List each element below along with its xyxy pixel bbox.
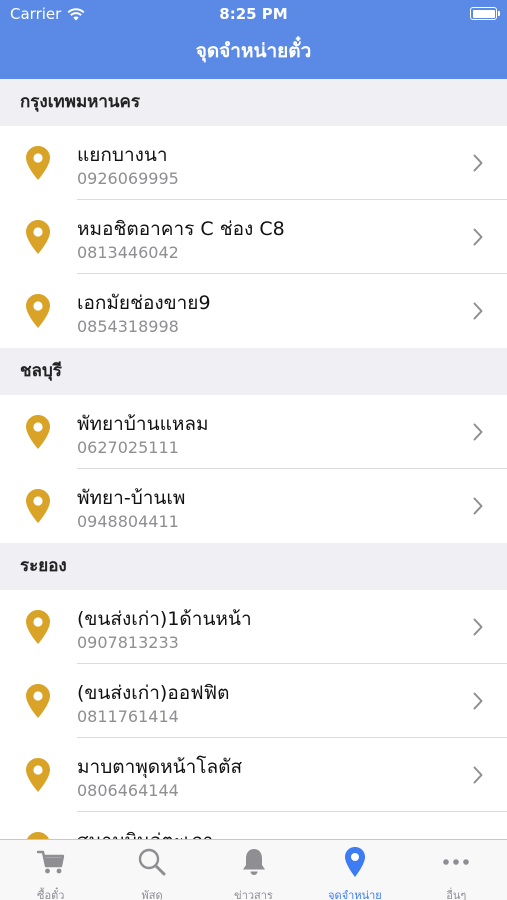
chevron-right-icon [473, 618, 483, 636]
outlet-name: (ขนส่งเก่า)ออฟฟิต [77, 682, 230, 704]
location-pin-icon [26, 610, 50, 644]
location-pin-icon [26, 146, 50, 180]
outlet-name: มาบตาพุดหน้าโลตัส [77, 756, 243, 778]
chevron-right-icon [473, 692, 483, 710]
outlet-row[interactable]: เอกมัยช่องขาย9 0854318998 [0, 274, 507, 348]
nav-title: จุดจำหน่ายตั๋ว [0, 28, 507, 79]
chevron-right-icon [473, 497, 483, 515]
chevron-right-icon [473, 766, 483, 784]
search-icon [136, 846, 168, 882]
location-pin-icon [26, 294, 50, 328]
location-pin-icon [26, 220, 50, 254]
tab-search[interactable]: พัสดุ [101, 840, 202, 900]
tab-location-pin[interactable]: จุดจำหน่าย [304, 840, 405, 900]
outlet-phone: 0627025111 [77, 438, 179, 457]
outlet-row[interactable]: พัทยา-บ้านเพ 0948804411 [0, 469, 507, 543]
status-bar: Carrier 8:25 PM [0, 0, 507, 28]
tab-label: อื่นๆ [446, 889, 467, 900]
outlet-name: พัทยาบ้านแหลม [77, 413, 209, 435]
tab-label: พัสดุ [141, 889, 163, 900]
section-header: ชลบุรี [0, 348, 507, 395]
tab-cart[interactable]: ซื้อตั๋ว [0, 840, 101, 900]
outlet-phone: 0907813233 [77, 633, 179, 652]
outlet-row[interactable]: พัทยาบ้านแหลม 0627025111 [0, 395, 507, 469]
outlet-row[interactable]: แยกบางนา 0926069995 [0, 126, 507, 200]
outlet-phone: 0811761414 [77, 707, 179, 726]
outlet-row[interactable]: (ขนส่งเก่า)ออฟฟิต 0811761414 [0, 664, 507, 738]
more-icon [440, 846, 472, 882]
outlet-phone: 0806464144 [77, 781, 179, 800]
outlet-phone: 0926069995 [77, 169, 179, 188]
outlet-row[interactable]: หมอชิตอาคาร C ช่อง C8 0813446042 [0, 200, 507, 274]
bell-icon [238, 846, 270, 882]
tab-label: ซื้อตั๋ว [37, 889, 65, 900]
tab-bell[interactable]: ข่าวสาร [203, 840, 304, 900]
chevron-right-icon [473, 423, 483, 441]
chevron-right-icon [473, 228, 483, 246]
location-pin-icon [26, 489, 50, 523]
outlet-list[interactable]: กรุงเทพมหานครแยกบางนา 0926069995 หมอชิตอาค… [0, 79, 507, 839]
outlet-name: สนามบินอู่ตะเภา [77, 826, 213, 839]
outlet-name: แยกบางนา [77, 144, 168, 166]
cart-icon [35, 846, 67, 882]
location-pin-icon [26, 758, 50, 792]
location-pin-icon [26, 832, 50, 839]
outlet-phone: 0948804411 [77, 512, 179, 531]
outlet-phone: 0854318998 [77, 317, 179, 336]
outlet-name: หมอชิตอาคาร C ช่อง C8 [77, 218, 285, 240]
status-time: 8:25 PM [219, 5, 288, 23]
tab-label: ข่าวสาร [234, 889, 273, 900]
outlet-name: เอกมัยช่องขาย9 [77, 292, 211, 314]
section-header: กรุงเทพมหานคร [0, 79, 507, 126]
location-pin-icon [26, 684, 50, 718]
section-header: ระยอง [0, 543, 507, 590]
outlet-name: (ขนส่งเก่า)1ด้านหน้า [77, 608, 252, 630]
location-pin-icon [26, 415, 50, 449]
outlet-row[interactable]: (ขนส่งเก่า)1ด้านหน้า 0907813233 [0, 590, 507, 664]
outlet-phone: 0813446042 [77, 243, 179, 262]
chevron-right-icon [473, 302, 483, 320]
outlet-name: พัทยา-บ้านเพ [77, 487, 186, 509]
outlet-row[interactable]: สนามบินอู่ตะเภา [0, 812, 507, 839]
tab-label: จุดจำหน่าย [328, 889, 382, 900]
location-pin-icon [339, 846, 371, 882]
tab-bar: ซื้อตั๋ว พัสดุ ข่าวสาร จุดจำหน่าย อื่นๆ [0, 839, 507, 900]
tab-more[interactable]: อื่นๆ [406, 840, 507, 900]
chevron-right-icon [473, 154, 483, 172]
battery-icon [470, 7, 500, 20]
outlet-row[interactable]: มาบตาพุดหน้าโลตัส 0806464144 [0, 738, 507, 812]
